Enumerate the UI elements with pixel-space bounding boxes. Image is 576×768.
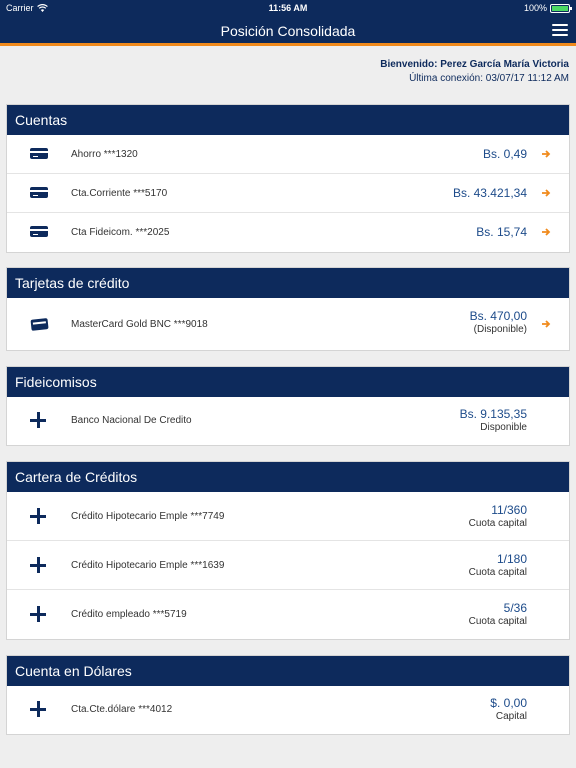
account-row[interactable]: Ahorro ***1320 Bs. 0,49: [7, 135, 569, 174]
plus-icon[interactable]: [30, 557, 46, 573]
card-icon: [30, 226, 48, 237]
loan-row[interactable]: Crédito Hipotecario Emple ***1639 1/180 …: [7, 541, 569, 590]
arrow-right-icon[interactable]: [540, 148, 552, 160]
section-cuentas: Cuentas Ahorro ***1320 Bs. 0,49 Cta.Corr…: [6, 104, 570, 253]
arrow-right-icon[interactable]: [540, 226, 552, 238]
account-label: Cta Fideicom. ***2025: [71, 227, 170, 238]
plus-icon[interactable]: [30, 412, 46, 428]
clock: 11:56 AM: [268, 3, 308, 13]
welcome-block: Bienvenido: Perez García María Victoria …: [380, 58, 569, 86]
trust-availability: Disponible: [480, 422, 527, 433]
section-cartera-creditos: Cartera de Créditos Crédito Hipotecario …: [6, 461, 570, 640]
section-fideicomisos: Fideicomisos Banco Nacional De Credito B…: [6, 366, 570, 446]
loan-installment: 5/36 Cuota capital: [469, 602, 527, 628]
loan-installment: 11/360 Cuota capital: [469, 504, 527, 530]
loan-installment-count: 5/36: [503, 601, 527, 615]
loan-row[interactable]: Crédito Hipotecario Emple ***7749 11/360…: [7, 492, 569, 541]
credit-card-label: MasterCard Gold BNC ***9018: [71, 319, 208, 330]
account-balance: Bs. 15,74: [476, 225, 527, 239]
last-login: Última conexión: 03/07/17 11:12 AM: [409, 73, 569, 84]
page-title: Posición Consolidada: [220, 23, 356, 39]
dollar-account-row[interactable]: Cta.Cte.dólare ***4012 $. 0,00 Capital: [7, 686, 569, 734]
dollar-account-amount: $. 0,00: [490, 696, 527, 710]
loan-label: Crédito Hipotecario Emple ***1639: [71, 560, 225, 571]
account-balance: Bs. 0,49: [482, 147, 527, 161]
credit-card-amount: Bs. 470,00: [469, 309, 527, 323]
plus-icon[interactable]: [30, 606, 46, 622]
trust-amount: Bs. 9.135,35: [459, 407, 527, 421]
status-bar: Carrier 11:56 AM 100%: [0, 0, 576, 16]
loan-installment-count: 11/360: [491, 503, 527, 517]
loan-installment-type: Cuota capital: [468, 518, 527, 529]
card-icon: [30, 148, 48, 159]
account-row[interactable]: Cta Fideicom. ***2025 Bs. 15,74: [7, 213, 569, 252]
section-cuenta-dolares: Cuenta en Dólares Cta.Cte.dólare ***4012…: [6, 655, 570, 735]
account-balance: Bs. 43.421,34: [452, 186, 527, 200]
loan-installment-count: 1/180: [496, 552, 527, 566]
section-header: Cuentas: [7, 105, 569, 135]
account-label: Ahorro ***1320: [71, 149, 138, 160]
section-header: Tarjetas de crédito: [7, 268, 569, 298]
loan-installment-type: Cuota capital: [468, 567, 527, 578]
trust-row[interactable]: Banco Nacional De Credito Bs. 9.135,35 D…: [7, 397, 569, 445]
credit-card-balance: Bs. 470,00 (Disponible): [470, 310, 527, 336]
credit-card-row[interactable]: MasterCard Gold BNC ***9018 Bs. 470,00 (…: [7, 298, 569, 350]
battery-group: 100%: [523, 3, 572, 13]
trust-balance: Bs. 9.135,35 Disponible: [460, 408, 527, 434]
section-header: Cartera de Créditos: [7, 462, 569, 492]
battery-icon: [550, 3, 572, 13]
loan-label: Crédito Hipotecario Emple ***7749: [71, 511, 225, 522]
account-row[interactable]: Cta.Corriente ***5170 Bs. 43.421,34: [7, 174, 569, 213]
dollar-account-label: Cta.Cte.dólare ***4012: [71, 704, 173, 715]
loan-row[interactable]: Crédito empleado ***5719 5/36 Cuota capi…: [7, 590, 569, 639]
hamburger-menu-icon[interactable]: [552, 24, 568, 37]
dollar-account-type: Capital: [495, 711, 527, 722]
trust-label: Banco Nacional De Credito: [71, 415, 192, 426]
section-header: Fideicomisos: [7, 367, 569, 397]
section-header: Cuenta en Dólares: [7, 656, 569, 686]
loan-label: Crédito empleado ***5719: [71, 609, 187, 620]
battery-percent: 100%: [523, 3, 547, 13]
loan-installment-type: Cuota capital: [468, 616, 527, 627]
welcome-greeting: Bienvenido: Perez García María Victoria: [380, 59, 569, 70]
nav-bar: Posición Consolidada: [0, 16, 576, 46]
section-tarjetas: Tarjetas de crédito MasterCard Gold BNC …: [6, 267, 570, 351]
arrow-right-icon[interactable]: [540, 318, 552, 330]
plus-icon[interactable]: [30, 508, 46, 524]
account-label: Cta.Corriente ***5170: [71, 188, 168, 199]
credit-card-availability: (Disponible): [473, 324, 527, 335]
dollar-account-balance: $. 0,00 Capital: [490, 697, 527, 723]
arrow-right-icon[interactable]: [540, 187, 552, 199]
credit-card-icon: [30, 318, 49, 331]
card-icon: [30, 187, 48, 198]
loan-installment: 1/180 Cuota capital: [469, 553, 527, 579]
plus-icon[interactable]: [30, 701, 46, 717]
